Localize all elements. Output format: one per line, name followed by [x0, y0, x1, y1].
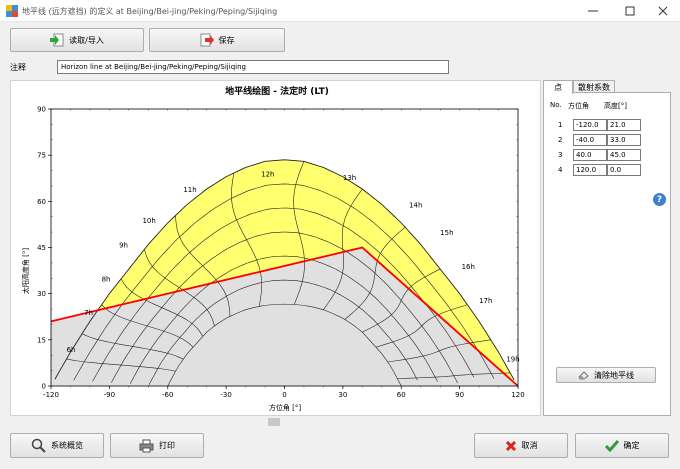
y-tick-label: 75 — [37, 152, 46, 160]
header-no: No. — [550, 101, 562, 109]
height-input[interactable] — [607, 164, 641, 176]
close-button[interactable] — [646, 0, 680, 22]
window-title: 地平线 (远方遮挡) 的定义 at Beijing/Bei-jing/Pekin… — [22, 7, 278, 16]
hour-label: 12h — [261, 171, 274, 179]
system-overview-button[interactable]: 系统概览 — [10, 433, 104, 458]
hour-label: 16h — [462, 263, 475, 271]
cancel-label: 取消 — [521, 441, 538, 450]
comment-label: 注释 — [10, 63, 26, 72]
close-icon — [658, 6, 668, 16]
hour-label: 8h — [102, 275, 111, 283]
x-tick-label: -90 — [104, 391, 115, 399]
azimuth-input[interactable] — [573, 119, 607, 131]
hour-label: 14h — [409, 201, 422, 209]
printer-icon — [139, 439, 154, 452]
save-label: 保存 — [218, 35, 235, 45]
row-number: 3 — [558, 151, 563, 159]
print-button[interactable]: 打印 — [110, 433, 204, 458]
chart-x-label: 方位角 [°] — [269, 403, 301, 412]
y-tick-label: 45 — [37, 244, 46, 252]
minimize-button[interactable] — [576, 0, 610, 22]
hour-label: 10h — [142, 217, 155, 225]
clear-horizon-button[interactable]: 清除地平线 — [556, 367, 656, 383]
x-tick-label: 30 — [338, 391, 347, 399]
import-arrow-icon — [50, 33, 64, 47]
magnifier-icon — [31, 438, 46, 453]
azimuth-input[interactable] — [573, 164, 607, 176]
title-bar: 地平线 (远方遮挡) 的定义 at Beijing/Bei-jing/Pekin… — [0, 0, 680, 22]
height-input[interactable] — [607, 149, 641, 161]
chart-y-label: 太阳高度角 [°] — [21, 248, 30, 294]
minimize-icon — [588, 10, 598, 12]
header-height: 高度[°] — [604, 102, 627, 110]
hour-label: 19h — [506, 355, 519, 363]
clear-horizon-label: 清除地平线 — [594, 370, 634, 380]
height-input[interactable] — [607, 119, 641, 131]
y-tick-label: 60 — [37, 198, 46, 206]
azimuth-input[interactable] — [573, 134, 607, 146]
comment-input[interactable] — [57, 60, 449, 74]
maximize-icon — [625, 6, 635, 16]
x-tick-label: 60 — [397, 391, 406, 399]
hour-label: 9h — [119, 242, 128, 250]
maximize-button[interactable] — [613, 0, 647, 22]
hour-label: 11h — [183, 186, 196, 194]
save-arrow-icon — [200, 33, 214, 47]
y-tick-label: 30 — [37, 290, 46, 298]
save-button[interactable]: 保存 — [149, 28, 285, 52]
row-number: 1 — [558, 121, 563, 129]
tab-diffuse-label: 散射系数 — [578, 82, 610, 92]
height-input[interactable] — [607, 134, 641, 146]
y-tick-label: 0 — [42, 383, 46, 391]
azimuth-input[interactable] — [573, 149, 607, 161]
eraser-icon — [578, 370, 589, 379]
y-tick-label: 90 — [37, 106, 46, 114]
x-tick-label: 120 — [511, 391, 524, 399]
points-panel: No. 方位角 高度[°] 1 2 3 4 ? 清除地平线 — [543, 92, 671, 416]
read-import-label: 读取/导入 — [69, 35, 104, 45]
chart-title: 地平线绘图 - 法定时 (LT) — [225, 85, 329, 97]
tab-points-label: 点 — [554, 83, 562, 92]
horizon-chart: 地平线绘图 - 法定时 (LT) 太阳高度角 [°] 方位角 [°] -120 -… — [21, 85, 525, 412]
ok-button[interactable]: 确定 — [575, 433, 669, 458]
x-tick-label: -60 — [162, 391, 173, 399]
checkmark-icon — [604, 439, 619, 452]
read-import-button[interactable]: 读取/导入 — [10, 28, 144, 52]
app-icon — [6, 5, 18, 17]
y-tick-label: 15 — [37, 336, 46, 344]
tab-points[interactable]: 点 — [543, 80, 573, 94]
print-label: 打印 — [159, 441, 175, 450]
cancel-button[interactable]: 取消 — [474, 433, 568, 458]
hour-label: 17h — [479, 297, 492, 305]
ok-label: 确定 — [623, 441, 640, 450]
header-azimuth: 方位角 — [568, 102, 589, 110]
hour-label: 13h — [343, 174, 356, 182]
horizon-chart-panel: 地平线绘图 - 法定时 (LT) 太阳高度角 [°] 方位角 [°] -120 -… — [10, 80, 541, 416]
x-tick-label: -120 — [43, 391, 59, 399]
hour-label: 7h — [84, 309, 93, 317]
hour-label: 15h — [440, 229, 453, 237]
row-number: 2 — [558, 136, 563, 144]
x-tick-label: 0 — [282, 391, 286, 399]
cross-icon — [505, 440, 516, 451]
scroll-thumb[interactable] — [268, 418, 280, 426]
x-tick-label: -30 — [220, 391, 231, 399]
system-overview-label: 系统概览 — [51, 441, 83, 450]
x-tick-label: 90 — [455, 391, 464, 399]
row-number: 4 — [558, 166, 563, 174]
help-icon[interactable]: ? — [653, 193, 666, 206]
hour-label: 6h — [67, 346, 76, 354]
chart-scrollbar[interactable] — [10, 416, 541, 428]
